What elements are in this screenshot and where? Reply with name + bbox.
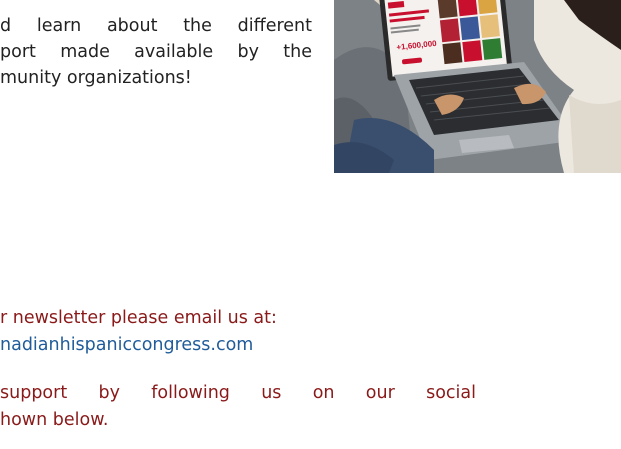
- laptop-photo-illustration: +1,600,000: [334, 0, 621, 173]
- intro-line-3: munity organizations!: [0, 68, 192, 88]
- social-line-2: hown below.: [0, 410, 109, 430]
- intro-line-2: port made available by the: [0, 42, 312, 62]
- newsletter-label: r newsletter please email us at:: [0, 308, 277, 328]
- intro-paragraph: d learn about the different port made av…: [0, 13, 312, 91]
- intro-line-1: d learn about the different: [0, 16, 312, 36]
- newsletter-email-link[interactable]: nadianhispaniccongress.com: [0, 332, 277, 359]
- newsletter-section: r newsletter please email us at: nadianh…: [0, 305, 277, 359]
- social-section: support by following us on our social ho…: [0, 380, 476, 434]
- social-line-1: support by following us on our social: [0, 383, 476, 403]
- laptop-photo: +1,600,000: [334, 0, 621, 173]
